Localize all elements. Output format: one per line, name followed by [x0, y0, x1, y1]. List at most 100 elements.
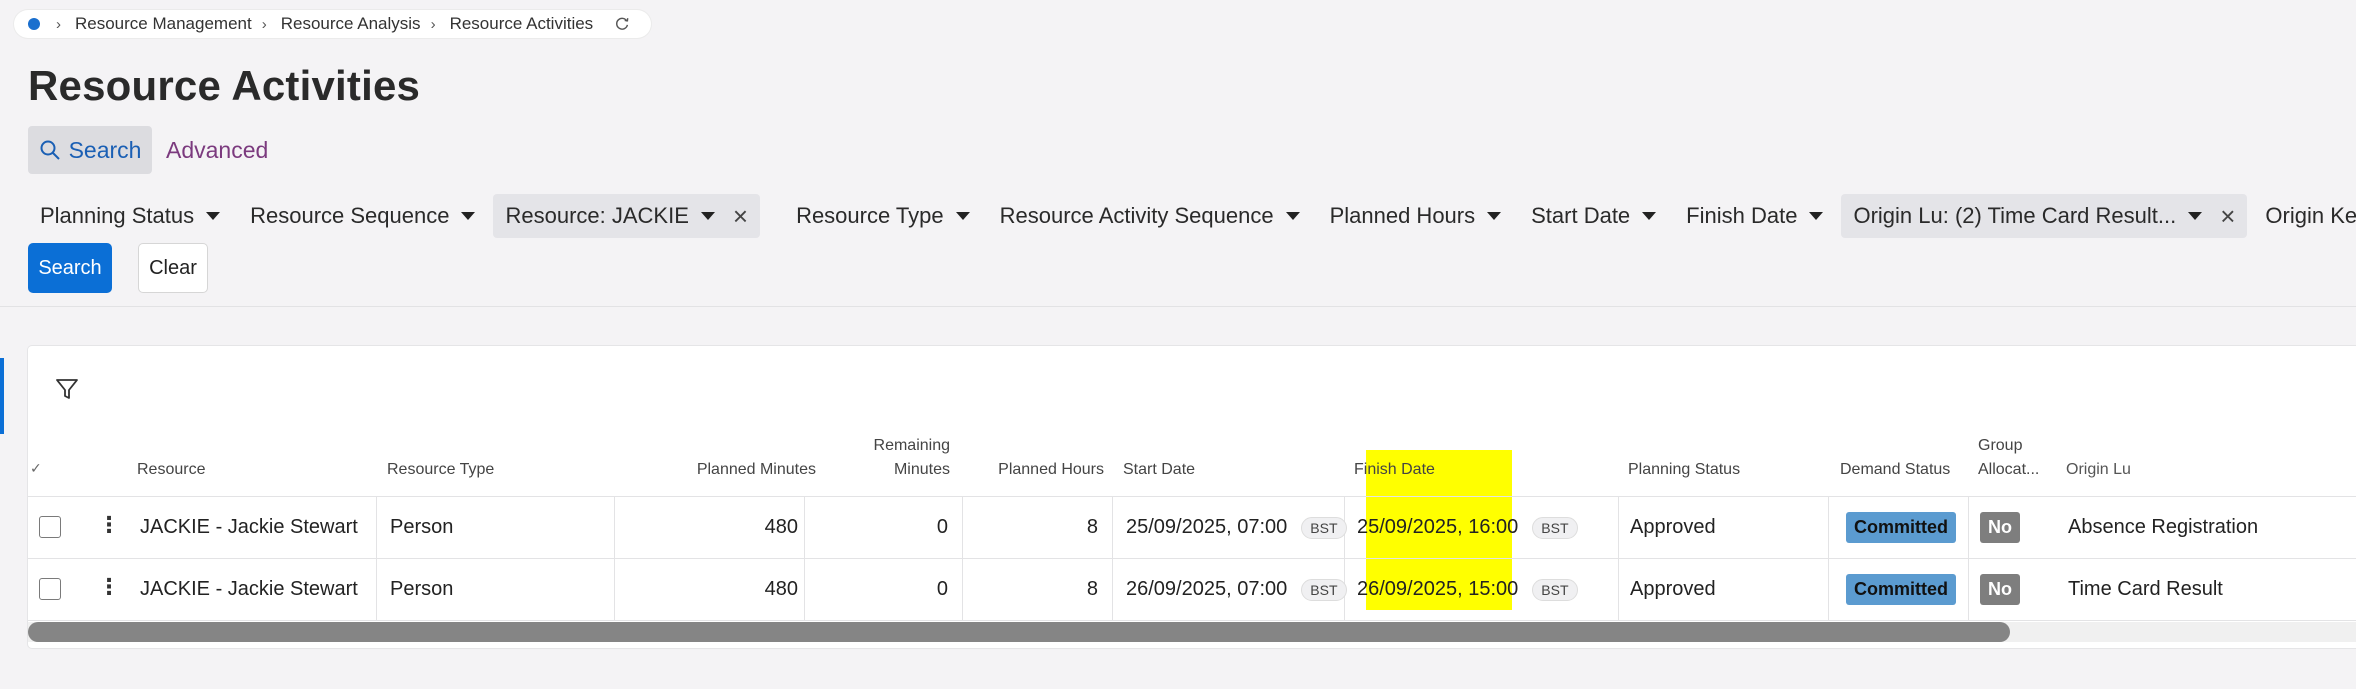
caret-down-icon [2188, 212, 2203, 220]
close-icon[interactable]: × [2220, 203, 2235, 229]
search-icon [40, 140, 60, 160]
row-divider [28, 620, 2356, 621]
cell-resource: JACKIE - Jackie Stewart [140, 578, 358, 600]
finish-date-value: 25/09/2025, 16:00 [1357, 516, 1519, 538]
filter-label: Start Date [1531, 203, 1631, 228]
col-header-planned-minutes[interactable]: Planned Minutes [648, 458, 816, 482]
filter-icon[interactable] [54, 376, 80, 402]
more-vertical-icon[interactable]: ⋮ [98, 514, 120, 536]
breadcrumb-resource-activities: Resource Activities [449, 14, 594, 33]
breadcrumb-resource-management[interactable]: Resource Management [75, 14, 252, 34]
col-header-origin-lu[interactable]: Origin Lu [2066, 458, 2131, 482]
filter-resource-type[interactable]: Resource Type [784, 194, 982, 238]
chevron-right-icon: › [261, 15, 267, 33]
filter-label: Resource Activity Sequence [999, 203, 1274, 228]
filter-label: Planning Status [40, 203, 195, 228]
filter-label: Origin Lu: (2) Time Card Result... [1853, 203, 2177, 228]
cell-resource-type: Person [390, 578, 454, 600]
table-panel: ✓ Resource Resource Type Planned Minutes… [28, 346, 2356, 648]
cell-start-date: 26/09/2025, 07:00 BST [1126, 578, 1347, 601]
filter-label: Resource: JACKIE [505, 203, 689, 228]
section-divider [0, 306, 2356, 307]
caret-down-icon [461, 212, 476, 220]
col-divider [804, 496, 805, 620]
filter-planned-hours[interactable]: Planned Hours [1318, 194, 1514, 238]
finish-date-value: 26/09/2025, 15:00 [1357, 578, 1519, 600]
more-vertical-icon[interactable]: ⋮ [98, 576, 120, 598]
filter-start-date[interactable]: Start Date [1519, 194, 1668, 238]
caret-down-icon [955, 212, 970, 220]
filter-finish-date[interactable]: Finish Date [1674, 194, 1835, 238]
search-tab[interactable]: Search [28, 126, 152, 174]
row-checkbox[interactable] [39, 516, 61, 538]
page-title: Resource Activities [28, 62, 421, 109]
col-divider [962, 496, 963, 620]
col-header-resource-type[interactable]: Resource Type [387, 458, 494, 482]
search-tab-label: Search [68, 136, 142, 163]
filter-origin-key1[interactable]: Origin Key1 [2253, 194, 2356, 238]
cell-origin-lu: Time Card Result [2068, 578, 2223, 600]
col-header-planned-hours[interactable]: Planned Hours [968, 458, 1104, 482]
col-header-start-date[interactable]: Start Date [1123, 458, 1195, 482]
header-divider [28, 496, 2356, 497]
cell-planned-hours: 8 [1086, 578, 1098, 600]
demand-status-badge: Committed [1846, 574, 1956, 605]
col-divider [1968, 496, 1969, 620]
advanced-tab[interactable]: Advanced [166, 126, 268, 174]
refresh-icon[interactable] [613, 15, 631, 33]
caret-down-icon [206, 212, 221, 220]
caret-down-icon [700, 212, 715, 220]
col-divider [376, 496, 377, 620]
row-checkbox[interactable] [39, 578, 61, 600]
cell-resource-type: Person [390, 516, 454, 538]
filter-label: Origin Key1 [2265, 203, 2356, 228]
col-header-remaining-minutes-line1[interactable]: Remaining [828, 434, 950, 458]
col-header-group-allocation-line2[interactable]: Allocat... [1978, 458, 2039, 482]
cell-remaining-minutes: 0 [936, 578, 948, 600]
filter-label: Resource Sequence [250, 203, 450, 228]
start-date-value: 25/09/2025, 07:00 [1126, 516, 1288, 538]
filter-label: Resource Type [796, 203, 944, 228]
timezone-badge: BST [1532, 578, 1578, 601]
breadcrumb-resource-analysis[interactable]: Resource Analysis [281, 14, 421, 34]
cell-planning-status: Approved [1630, 578, 1716, 600]
filter-resource[interactable]: Resource: JACKIE × [493, 194, 761, 238]
cell-start-date: 25/09/2025, 07:00 BST [1126, 516, 1347, 539]
row-divider [28, 558, 2356, 559]
cell-resource: JACKIE - Jackie Stewart [140, 516, 358, 538]
col-header-planning-status[interactable]: Planning Status [1628, 458, 1740, 482]
col-divider [614, 496, 615, 620]
cell-finish-date: 25/09/2025, 16:00 BST [1357, 516, 1578, 539]
caret-down-icon [1809, 212, 1824, 220]
col-header-remaining-minutes-line2[interactable]: Minutes [828, 458, 950, 482]
col-divider [1618, 496, 1619, 620]
close-icon[interactable]: × [733, 203, 748, 229]
demand-status-badge: Committed [1846, 512, 1956, 543]
home-dot-icon[interactable] [28, 18, 40, 30]
filter-resource-activity-sequence[interactable]: Resource Activity Sequence [988, 194, 1312, 238]
col-divider [1828, 496, 1829, 620]
cell-planned-minutes: 480 [764, 578, 798, 600]
group-allocation-badge: No [1980, 512, 2020, 543]
clear-button[interactable]: Clear [138, 243, 208, 293]
filter-label: Planned Hours [1329, 203, 1476, 228]
cell-planned-hours: 8 [1086, 516, 1098, 538]
col-header-group-allocation-line1[interactable]: Group [1978, 434, 2022, 458]
col-header-finish-date[interactable]: Finish Date [1354, 458, 1435, 482]
search-button[interactable]: Search [28, 243, 112, 293]
col-divider [1112, 496, 1113, 620]
filter-planning-status[interactable]: Planning Status [28, 194, 232, 238]
select-all-checkbox[interactable]: ✓ [30, 460, 42, 477]
horizontal-scrollbar-thumb[interactable] [28, 622, 2010, 642]
col-header-demand-status[interactable]: Demand Status [1840, 458, 1950, 482]
caret-down-icon [1487, 212, 1502, 220]
filter-origin-lu[interactable]: Origin Lu: (2) Time Card Result... × [1841, 194, 2248, 238]
timezone-badge: BST [1301, 578, 1347, 601]
timezone-badge: BST [1301, 516, 1347, 539]
chevron-right-icon: › [56, 15, 61, 33]
cell-finish-date: 26/09/2025, 15:00 BST [1357, 578, 1578, 601]
col-divider [1344, 496, 1345, 620]
col-header-resource[interactable]: Resource [137, 458, 205, 482]
filter-resource-sequence[interactable]: Resource Sequence [238, 194, 487, 238]
start-date-value: 26/09/2025, 07:00 [1126, 578, 1288, 600]
